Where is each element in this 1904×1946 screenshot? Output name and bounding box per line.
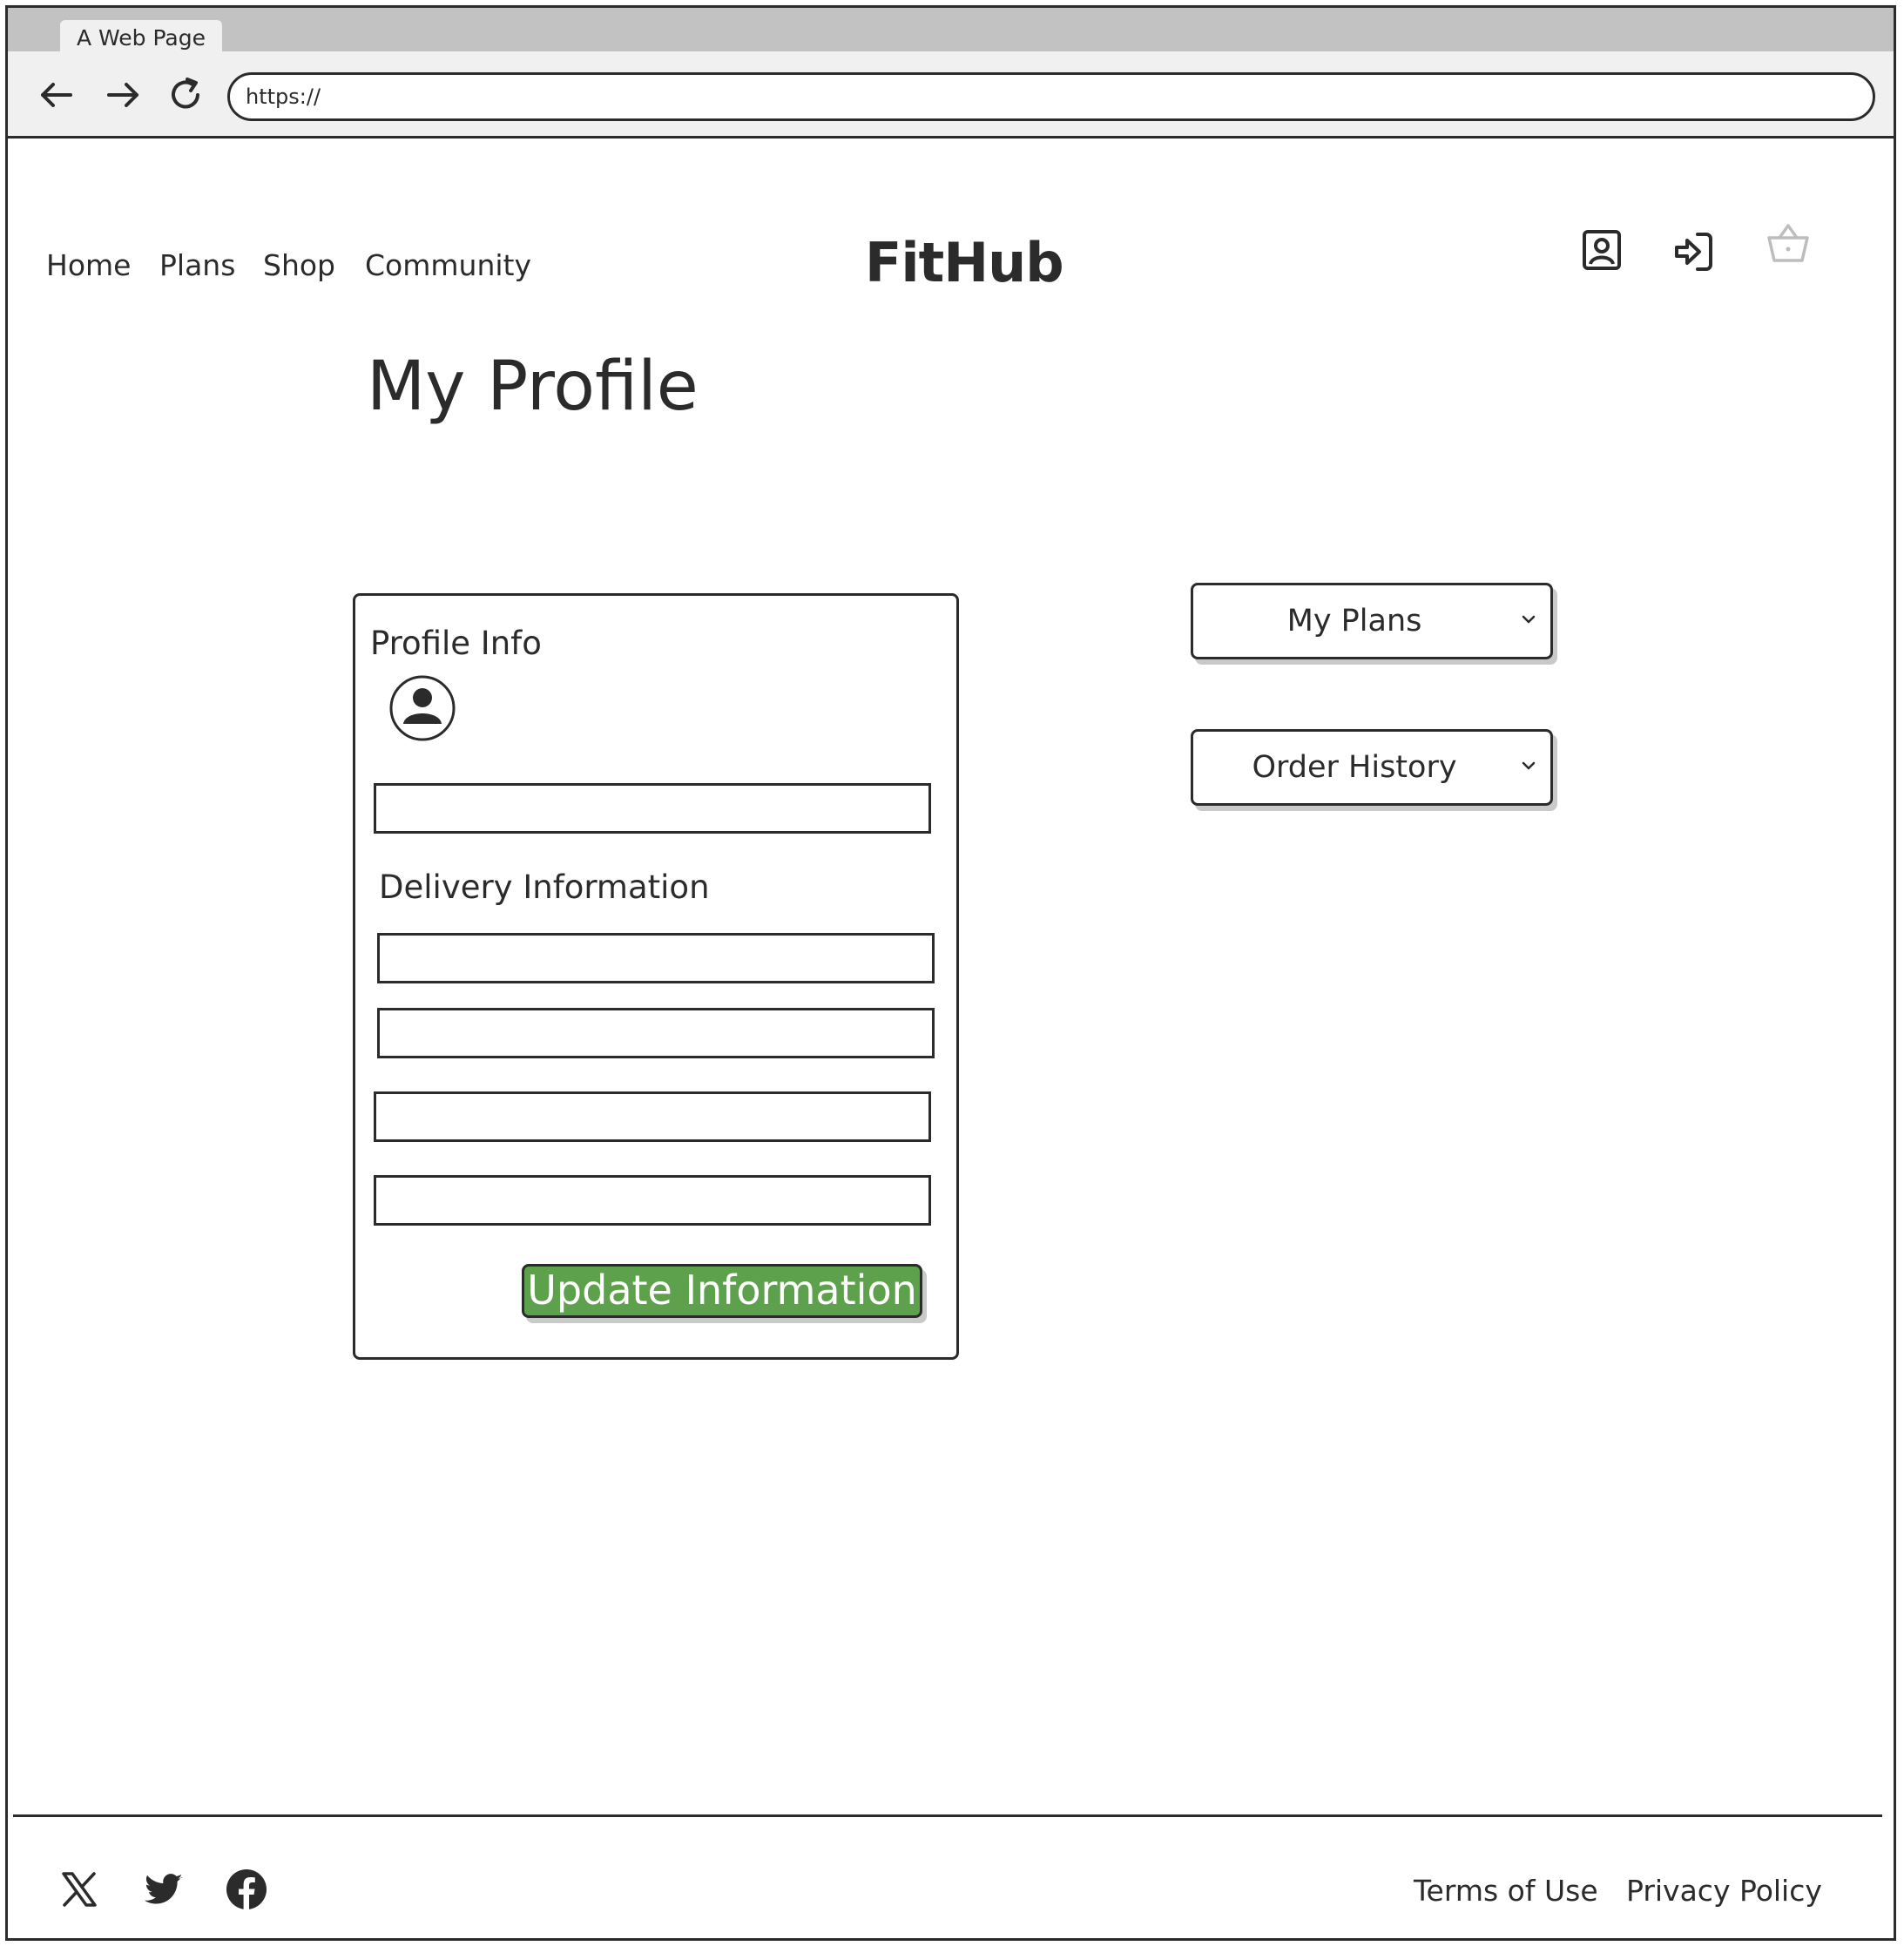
- profile-info-heading: Profile Info: [370, 625, 542, 662]
- address-bar[interactable]: https://: [227, 72, 1875, 121]
- chevron-down-icon: [1522, 615, 1536, 624]
- user-profile-icon[interactable]: [1579, 227, 1624, 273]
- footer-divider: [13, 1814, 1882, 1817]
- reload-icon[interactable]: [165, 74, 206, 116]
- browser-window: A Web Page https:// Home Plans Shop Comm…: [5, 5, 1896, 1941]
- delivery-field-4[interactable]: [374, 1175, 931, 1226]
- nav-plans[interactable]: Plans: [159, 248, 235, 282]
- delivery-field-2[interactable]: [377, 1008, 935, 1058]
- delivery-field-1[interactable]: [377, 933, 935, 983]
- forward-arrow-icon[interactable]: [102, 74, 144, 116]
- order-history-dropdown[interactable]: Order History: [1191, 729, 1553, 806]
- nav-home[interactable]: Home: [46, 248, 131, 282]
- privacy-policy-link[interactable]: Privacy Policy: [1626, 1874, 1822, 1908]
- browser-tab-strip: A Web Page: [8, 8, 1894, 57]
- profile-name-field[interactable]: [374, 783, 931, 834]
- nav-community[interactable]: Community: [365, 248, 531, 282]
- x-icon[interactable]: [58, 1868, 100, 1910]
- site-logo[interactable]: FitHub: [865, 231, 1064, 294]
- update-information-button[interactable]: Update Information: [522, 1264, 922, 1318]
- chevron-down-icon: [1522, 761, 1536, 770]
- browser-toolbar: https://: [8, 51, 1894, 139]
- basket-icon[interactable]: [1766, 222, 1811, 267]
- my-plans-label: My Plans: [1286, 604, 1422, 639]
- terms-of-use-link[interactable]: Terms of Use: [1414, 1874, 1598, 1908]
- page-title: My Profile: [367, 348, 699, 426]
- order-history-label: Order History: [1252, 750, 1457, 785]
- login-icon[interactable]: [1671, 229, 1717, 274]
- delivery-field-3[interactable]: [374, 1091, 931, 1142]
- twitter-icon[interactable]: [144, 1868, 186, 1910]
- back-arrow-icon[interactable]: [36, 74, 78, 116]
- avatar-icon[interactable]: [388, 673, 457, 743]
- nav-shop[interactable]: Shop: [263, 248, 335, 282]
- delivery-info-heading: Delivery Information: [379, 868, 710, 906]
- my-plans-dropdown[interactable]: My Plans: [1191, 583, 1553, 659]
- facebook-icon[interactable]: [226, 1868, 267, 1910]
